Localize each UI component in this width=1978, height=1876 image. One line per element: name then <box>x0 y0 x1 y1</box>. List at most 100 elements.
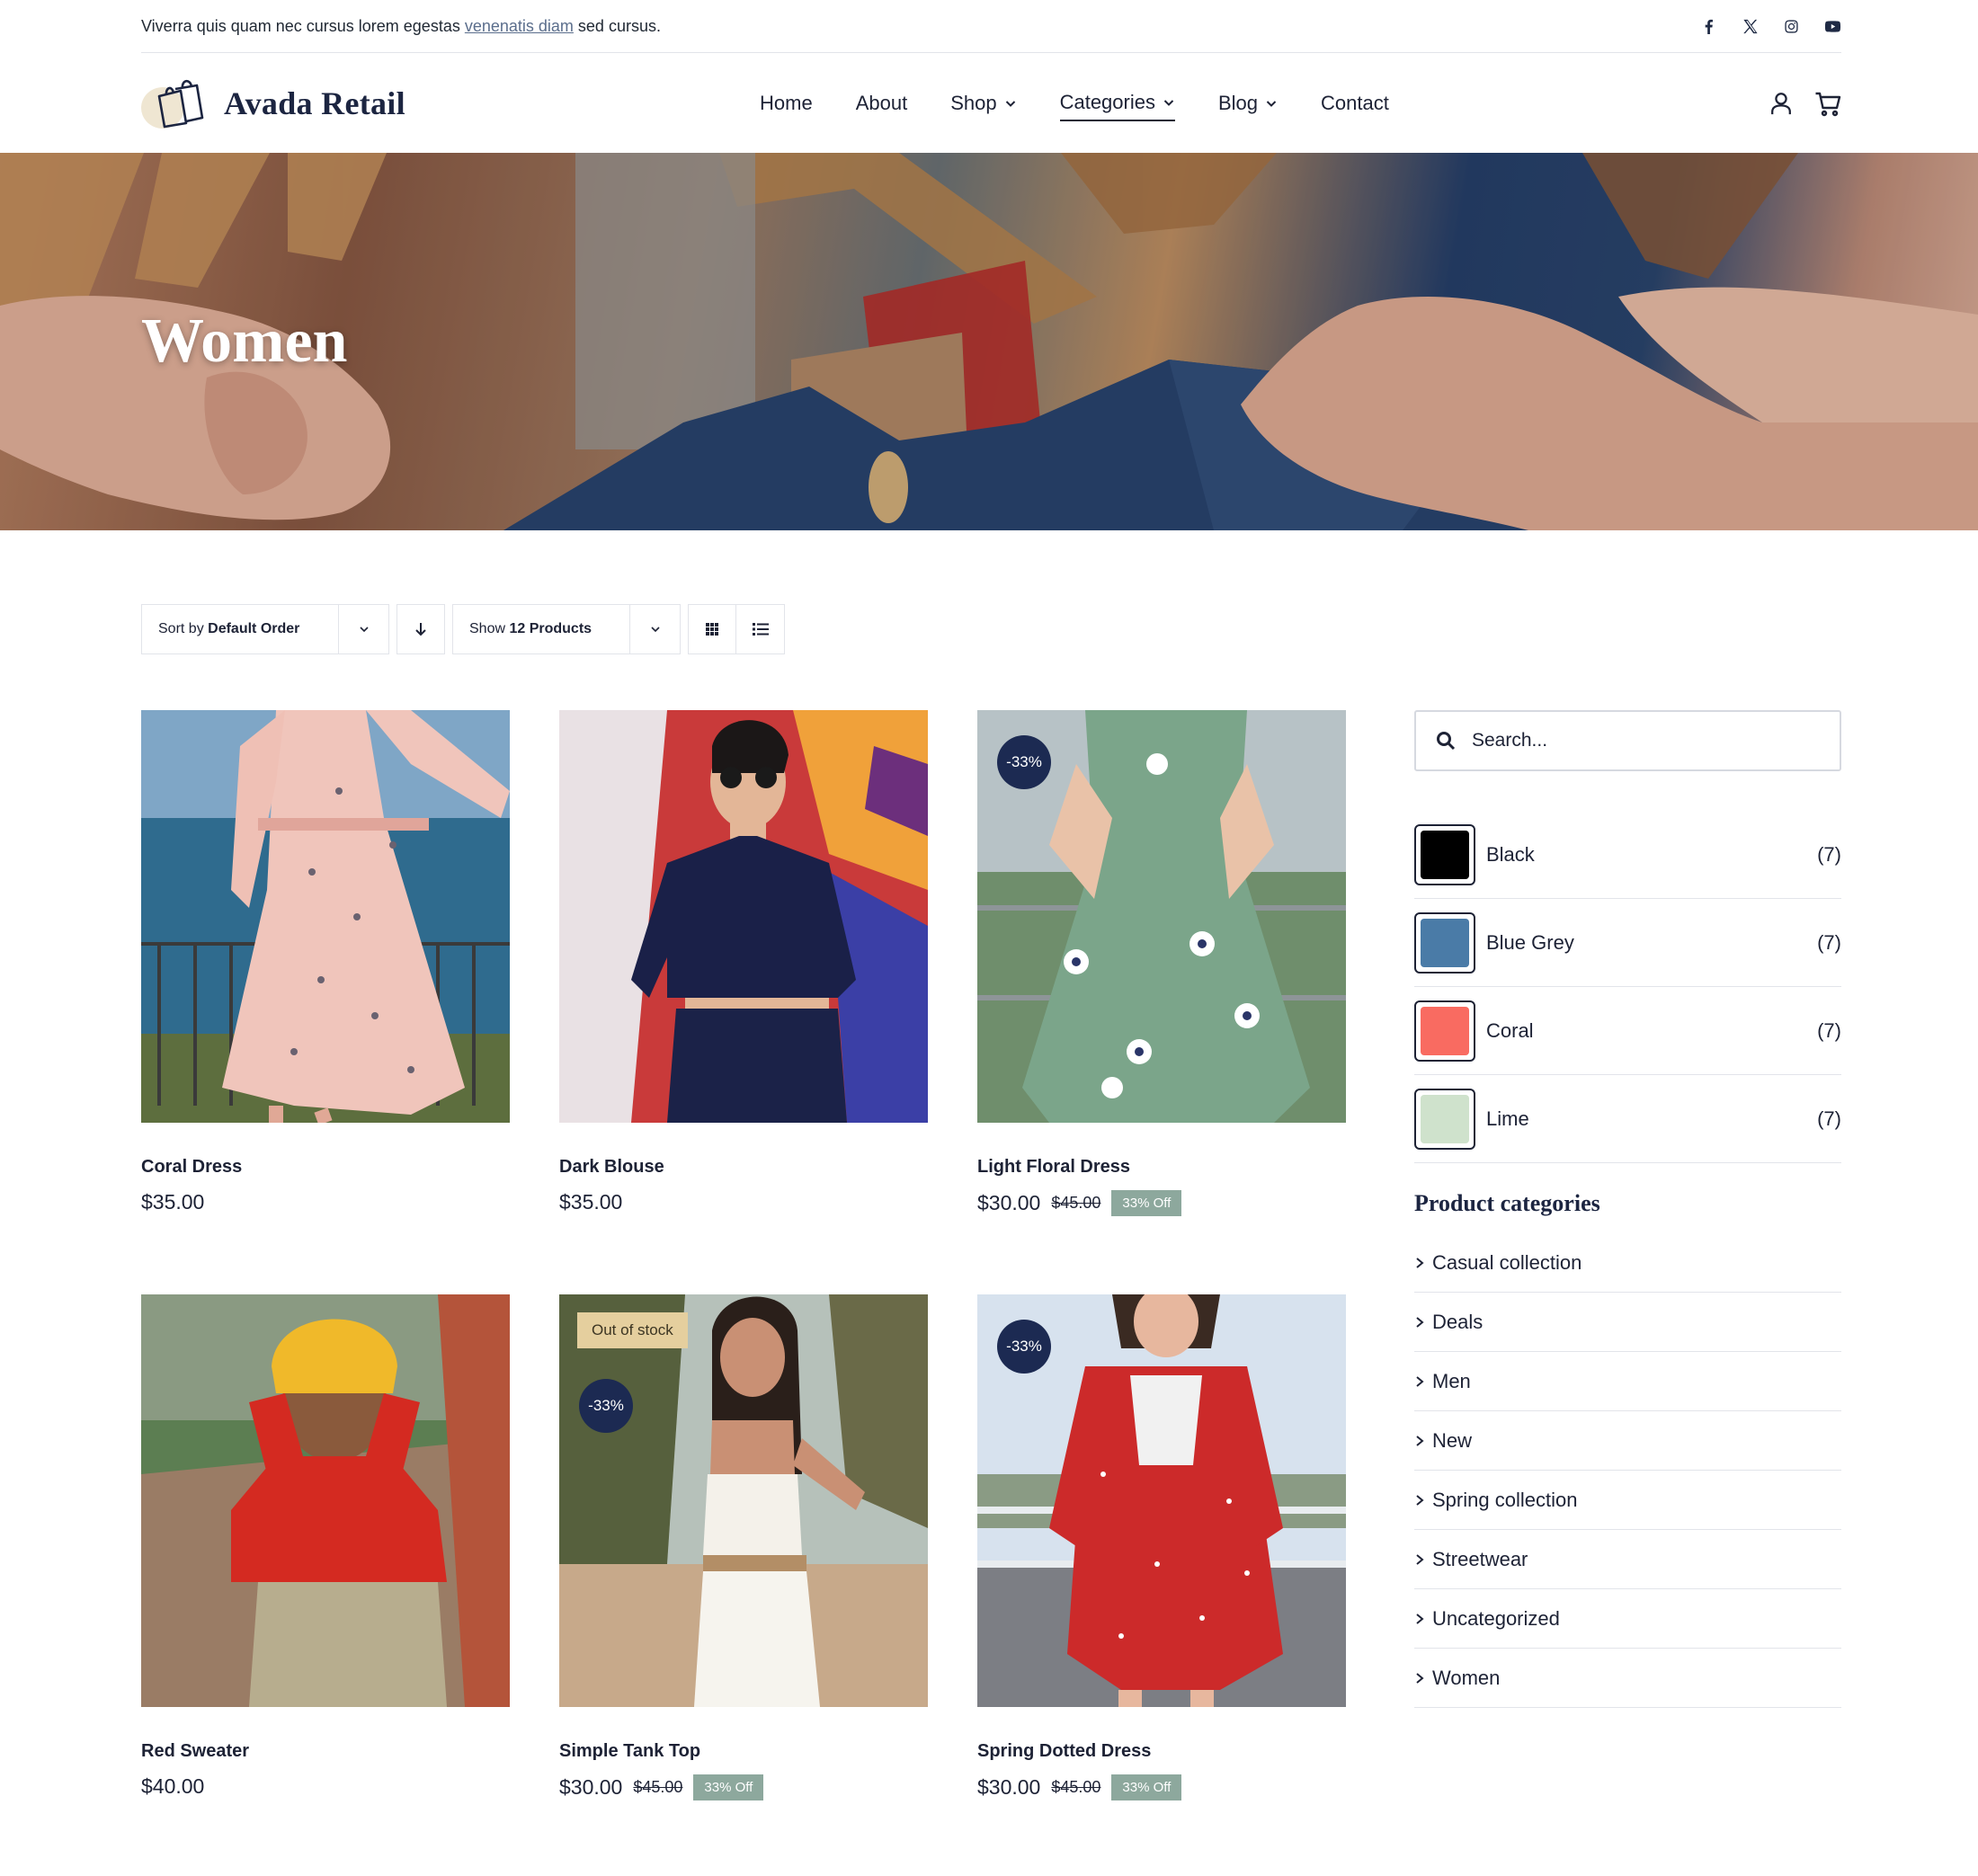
nav-blog-label: Blog <box>1217 92 1259 114</box>
sort-label: Sort by Default Order <box>158 621 299 637</box>
nav-home[interactable]: Home <box>760 85 813 121</box>
product-image[interactable]: Out of stock -33% <box>559 1294 928 1707</box>
chevron-down-icon <box>338 605 388 653</box>
sort-value: Default Order <box>208 621 300 636</box>
product-image[interactable] <box>141 1294 510 1707</box>
nav-about[interactable]: About <box>856 85 908 121</box>
color-swatch <box>1414 911 1475 974</box>
logo-text: Avada Retail <box>224 85 405 121</box>
announcement-text-start: Viverra quis quam nec cursus lorem egest… <box>141 16 465 35</box>
product-price: $30.00 $45.00 33% Off <box>977 1774 1346 1800</box>
catalog-toolbar: Sort by Default Order Show 12 Products <box>141 604 785 654</box>
chevron-down-icon <box>629 605 680 653</box>
site-header: Avada Retail Home About Shop Categories … <box>141 54 1841 153</box>
category-link[interactable]: Men <box>1414 1352 1841 1411</box>
nav-categories-label: Categories <box>1059 91 1155 113</box>
discount-label: 33% Off <box>693 1774 764 1800</box>
product-name[interactable]: Light Floral Dress <box>977 1157 1346 1178</box>
social-links <box>1699 17 1841 35</box>
per-page-value: 12 Products <box>509 621 593 636</box>
sort-direction-button[interactable] <box>396 604 445 654</box>
sort-select[interactable]: Sort by Default Order <box>141 604 389 654</box>
color-filter-black[interactable]: Black (7) <box>1414 811 1841 899</box>
nav-home-label: Home <box>760 92 813 114</box>
price-current: $30.00 <box>977 1191 1041 1214</box>
color-swatch <box>1414 1088 1475 1150</box>
product-name[interactable]: Red Sweater <box>141 1741 510 1762</box>
category-label: Spring collection <box>1432 1488 1578 1511</box>
category-label: Deals <box>1432 1310 1484 1333</box>
chevron-right-icon <box>1416 1613 1424 1624</box>
color-name: Coral <box>1486 1018 1534 1042</box>
nav-shop[interactable]: Shop <box>950 85 1016 121</box>
color-name: Black <box>1486 842 1535 866</box>
per-page-select[interactable]: Show 12 Products <box>452 604 681 654</box>
search-icon[interactable] <box>1436 731 1456 751</box>
chevron-right-icon <box>1416 1672 1424 1684</box>
category-link[interactable]: Spring collection <box>1414 1471 1841 1530</box>
chevron-down-icon <box>1163 100 1174 106</box>
chevron-right-icon <box>1416 1375 1424 1387</box>
main-nav: Home About Shop Categories Blog Contact <box>760 54 1389 153</box>
color-count: (7) <box>1817 930 1841 954</box>
chevron-right-icon <box>1416 1494 1424 1506</box>
category-label: Casual collection <box>1432 1250 1582 1274</box>
out-of-stock-badge: Out of stock <box>577 1312 688 1348</box>
discount-badge: -33% <box>997 1320 1051 1374</box>
search-input[interactable] <box>1472 730 1813 751</box>
top-bar: Viverra quis quam nec cursus lorem egest… <box>141 0 1841 53</box>
category-link[interactable]: Deals <box>1414 1293 1841 1352</box>
price-original: $45.00 <box>1051 1194 1101 1212</box>
grid-icon <box>706 623 718 636</box>
per-page-label: Show 12 Products <box>469 621 592 637</box>
chevron-right-icon <box>1416 1435 1424 1446</box>
category-link[interactable]: Women <box>1414 1649 1841 1708</box>
instagram-icon[interactable] <box>1782 17 1800 35</box>
nav-contact[interactable]: Contact <box>1321 85 1389 121</box>
product-price: $30.00 $45.00 33% Off <box>559 1774 928 1800</box>
search-box <box>1414 710 1841 771</box>
list-view-button[interactable] <box>736 604 785 654</box>
color-filter-coral[interactable]: Coral (7) <box>1414 987 1841 1075</box>
announcement-link[interactable]: venenatis diam <box>465 17 574 35</box>
category-link[interactable]: Uncategorized <box>1414 1589 1841 1649</box>
hero-banner: Women <box>0 153 1978 530</box>
nav-blog[interactable]: Blog <box>1218 85 1278 121</box>
color-count: (7) <box>1817 1018 1841 1042</box>
cart-icon[interactable] <box>1814 90 1841 117</box>
header-actions <box>1768 54 1841 153</box>
color-filter-lime[interactable]: Lime (7) <box>1414 1075 1841 1163</box>
color-count: (7) <box>1817 1107 1841 1130</box>
discount-label: 33% Off <box>1111 1774 1182 1800</box>
product-image[interactable]: -33% <box>977 710 1346 1123</box>
category-list: Casual collection Deals Men New Spring c… <box>1414 1233 1841 1708</box>
category-link[interactable]: New <box>1414 1411 1841 1471</box>
user-icon[interactable] <box>1768 90 1795 117</box>
discount-badge: -33% <box>579 1379 633 1433</box>
facebook-icon[interactable] <box>1699 17 1717 35</box>
site-logo[interactable]: Avada Retail <box>141 78 405 129</box>
arrow-down-icon <box>415 623 426 636</box>
discount-badge: -33% <box>997 735 1051 789</box>
category-link[interactable]: Casual collection <box>1414 1233 1841 1293</box>
color-swatch <box>1414 823 1475 885</box>
nav-categories[interactable]: Categories <box>1059 85 1175 121</box>
discount-label: 33% Off <box>1111 1190 1182 1216</box>
product-image[interactable] <box>559 710 928 1123</box>
product-name[interactable]: Simple Tank Top <box>559 1741 928 1762</box>
grid-view-button[interactable] <box>688 604 736 654</box>
product-name[interactable]: Spring Dotted Dress <box>977 1741 1346 1762</box>
category-link[interactable]: Streetwear <box>1414 1530 1841 1589</box>
product-image[interactable]: -33% <box>977 1294 1346 1707</box>
color-filter-blue-grey[interactable]: Blue Grey (7) <box>1414 899 1841 987</box>
color-filter: Black (7) Blue Grey (7) Coral (7) Lime (… <box>1414 811 1841 1163</box>
announcement-text: Viverra quis quam nec cursus lorem egest… <box>141 17 661 36</box>
product-name[interactable]: Dark Blouse <box>559 1157 928 1178</box>
x-icon[interactable] <box>1741 17 1759 35</box>
youtube-icon[interactable] <box>1823 17 1841 35</box>
product-image[interactable] <box>141 710 510 1123</box>
chevron-down-icon <box>1266 101 1277 107</box>
product-name[interactable]: Coral Dress <box>141 1157 510 1178</box>
category-label: Streetwear <box>1432 1547 1528 1570</box>
price-current: $30.00 <box>559 1775 623 1799</box>
